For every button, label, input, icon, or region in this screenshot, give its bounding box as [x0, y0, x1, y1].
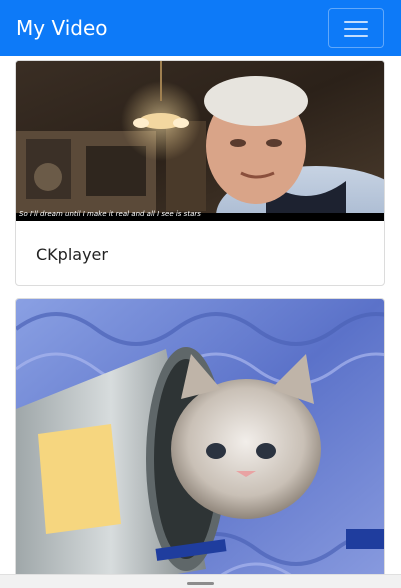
image-card[interactable]	[15, 298, 385, 574]
video-player[interactable]: So I'll dream until I make it real and a…	[16, 61, 384, 221]
brand-title[interactable]: My Video	[16, 15, 107, 41]
bottom-sheet-bar	[0, 574, 401, 588]
video-subtitle: So I'll dream until I make it real and a…	[19, 210, 201, 218]
video-title[interactable]: CKplayer	[36, 245, 108, 264]
navbar-toggle-button[interactable]	[328, 8, 384, 48]
navbar: My Video	[0, 0, 401, 56]
card-body: CKplayer	[16, 221, 384, 285]
video-frame-image: So I'll dream until I make it real and a…	[16, 61, 384, 221]
kitten-image	[16, 299, 384, 574]
drag-handle[interactable]	[187, 582, 214, 585]
video-list: So I'll dream until I make it real and a…	[0, 56, 401, 574]
video-card[interactable]: So I'll dream until I make it real and a…	[15, 60, 385, 286]
